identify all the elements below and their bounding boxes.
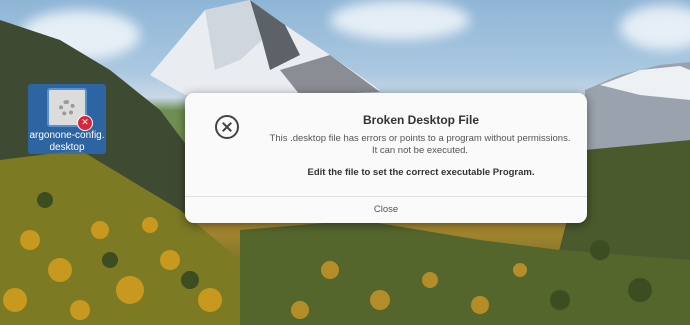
dialog-message-line2: It can not be executed. xyxy=(371,145,469,156)
dialog-message-line1: This .desktop file has errors or points … xyxy=(269,133,571,144)
close-button[interactable]: Close xyxy=(185,197,587,223)
settings-file-icon: ✕ xyxy=(47,88,93,131)
circle-x-icon xyxy=(215,115,239,139)
desktop-file-label-line1: argonone-config. xyxy=(29,130,105,141)
broken-desktop-file-dialog: Broken Desktop File This .desktop file h… xyxy=(185,93,587,223)
dialog-message: This .desktop file has errors or points … xyxy=(265,133,575,157)
dialog-hint: Edit the file to set the correct executa… xyxy=(307,167,535,178)
desktop-file-icon[interactable]: ✕ argonone-config. desktop xyxy=(28,84,106,154)
desktop-file-label-line2: desktop xyxy=(49,142,85,153)
dialog-title: Broken Desktop File xyxy=(362,113,480,127)
desktop-wallpaper: ✕ argonone-config. desktop Broken Deskto… xyxy=(0,0,690,325)
error-x-icon: ✕ xyxy=(77,115,93,131)
gear-icon xyxy=(59,99,75,116)
desktop-file-label: argonone-config. desktop xyxy=(29,130,104,154)
